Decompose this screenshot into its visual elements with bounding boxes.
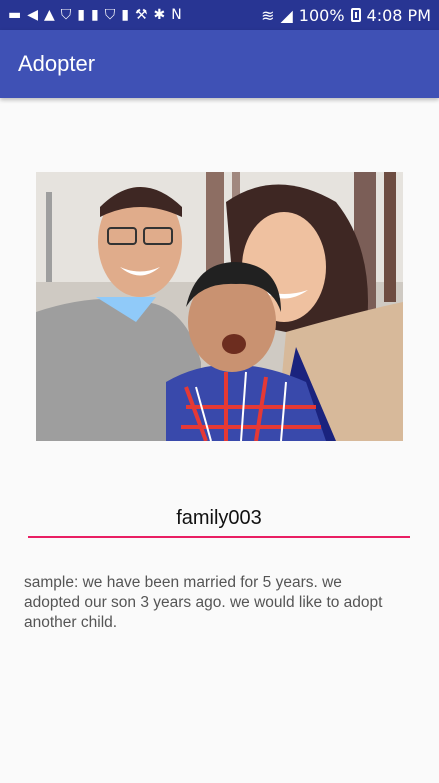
usb-icon: ▮: [77, 7, 86, 23]
nfc-icon: N: [171, 7, 182, 23]
app-bar: Adopter: [0, 30, 439, 98]
status-bar: ▬ ◀ ▲ ⛉ ▮ ▮ ⛉ ▮ ⚒ ✱ N ≋ ◢ 100% 4:08 PM: [0, 0, 439, 30]
bluetooth-icon: ✱: [153, 7, 166, 23]
battery-percent: 100%: [298, 5, 345, 25]
status-icons-left: ▬ ◀ ▲ ⛉ ▮ ▮ ⛉ ▮ ⚒ ✱ N: [8, 8, 182, 22]
message-icon: ▬: [8, 7, 22, 23]
status-icons-right: ≋ ◢ 100% 4:08 PM: [261, 6, 431, 25]
wrench-icon: ⚒: [134, 7, 148, 23]
battery-icon: [350, 8, 361, 22]
usb-icon: ▮: [91, 7, 99, 23]
family-photo: [36, 172, 403, 441]
signal-icon: ◢: [280, 5, 293, 25]
family-description: sample: we have been married for 5 years…: [24, 574, 383, 631]
shield-icon: ⛉: [60, 7, 72, 23]
warning-icon: ▲: [44, 7, 55, 23]
family-name-field[interactable]: family003: [28, 500, 410, 538]
wifi-icon: ≋: [261, 5, 275, 25]
clock: 4:08 PM: [366, 5, 431, 25]
usb-icon: ▮: [121, 7, 129, 23]
family-name: family003: [176, 506, 262, 529]
family-photo-illustration: [36, 172, 403, 441]
app-title: Adopter: [18, 51, 96, 76]
play-icon: ◀: [27, 7, 39, 23]
shield-icon: ⛉: [104, 7, 116, 23]
